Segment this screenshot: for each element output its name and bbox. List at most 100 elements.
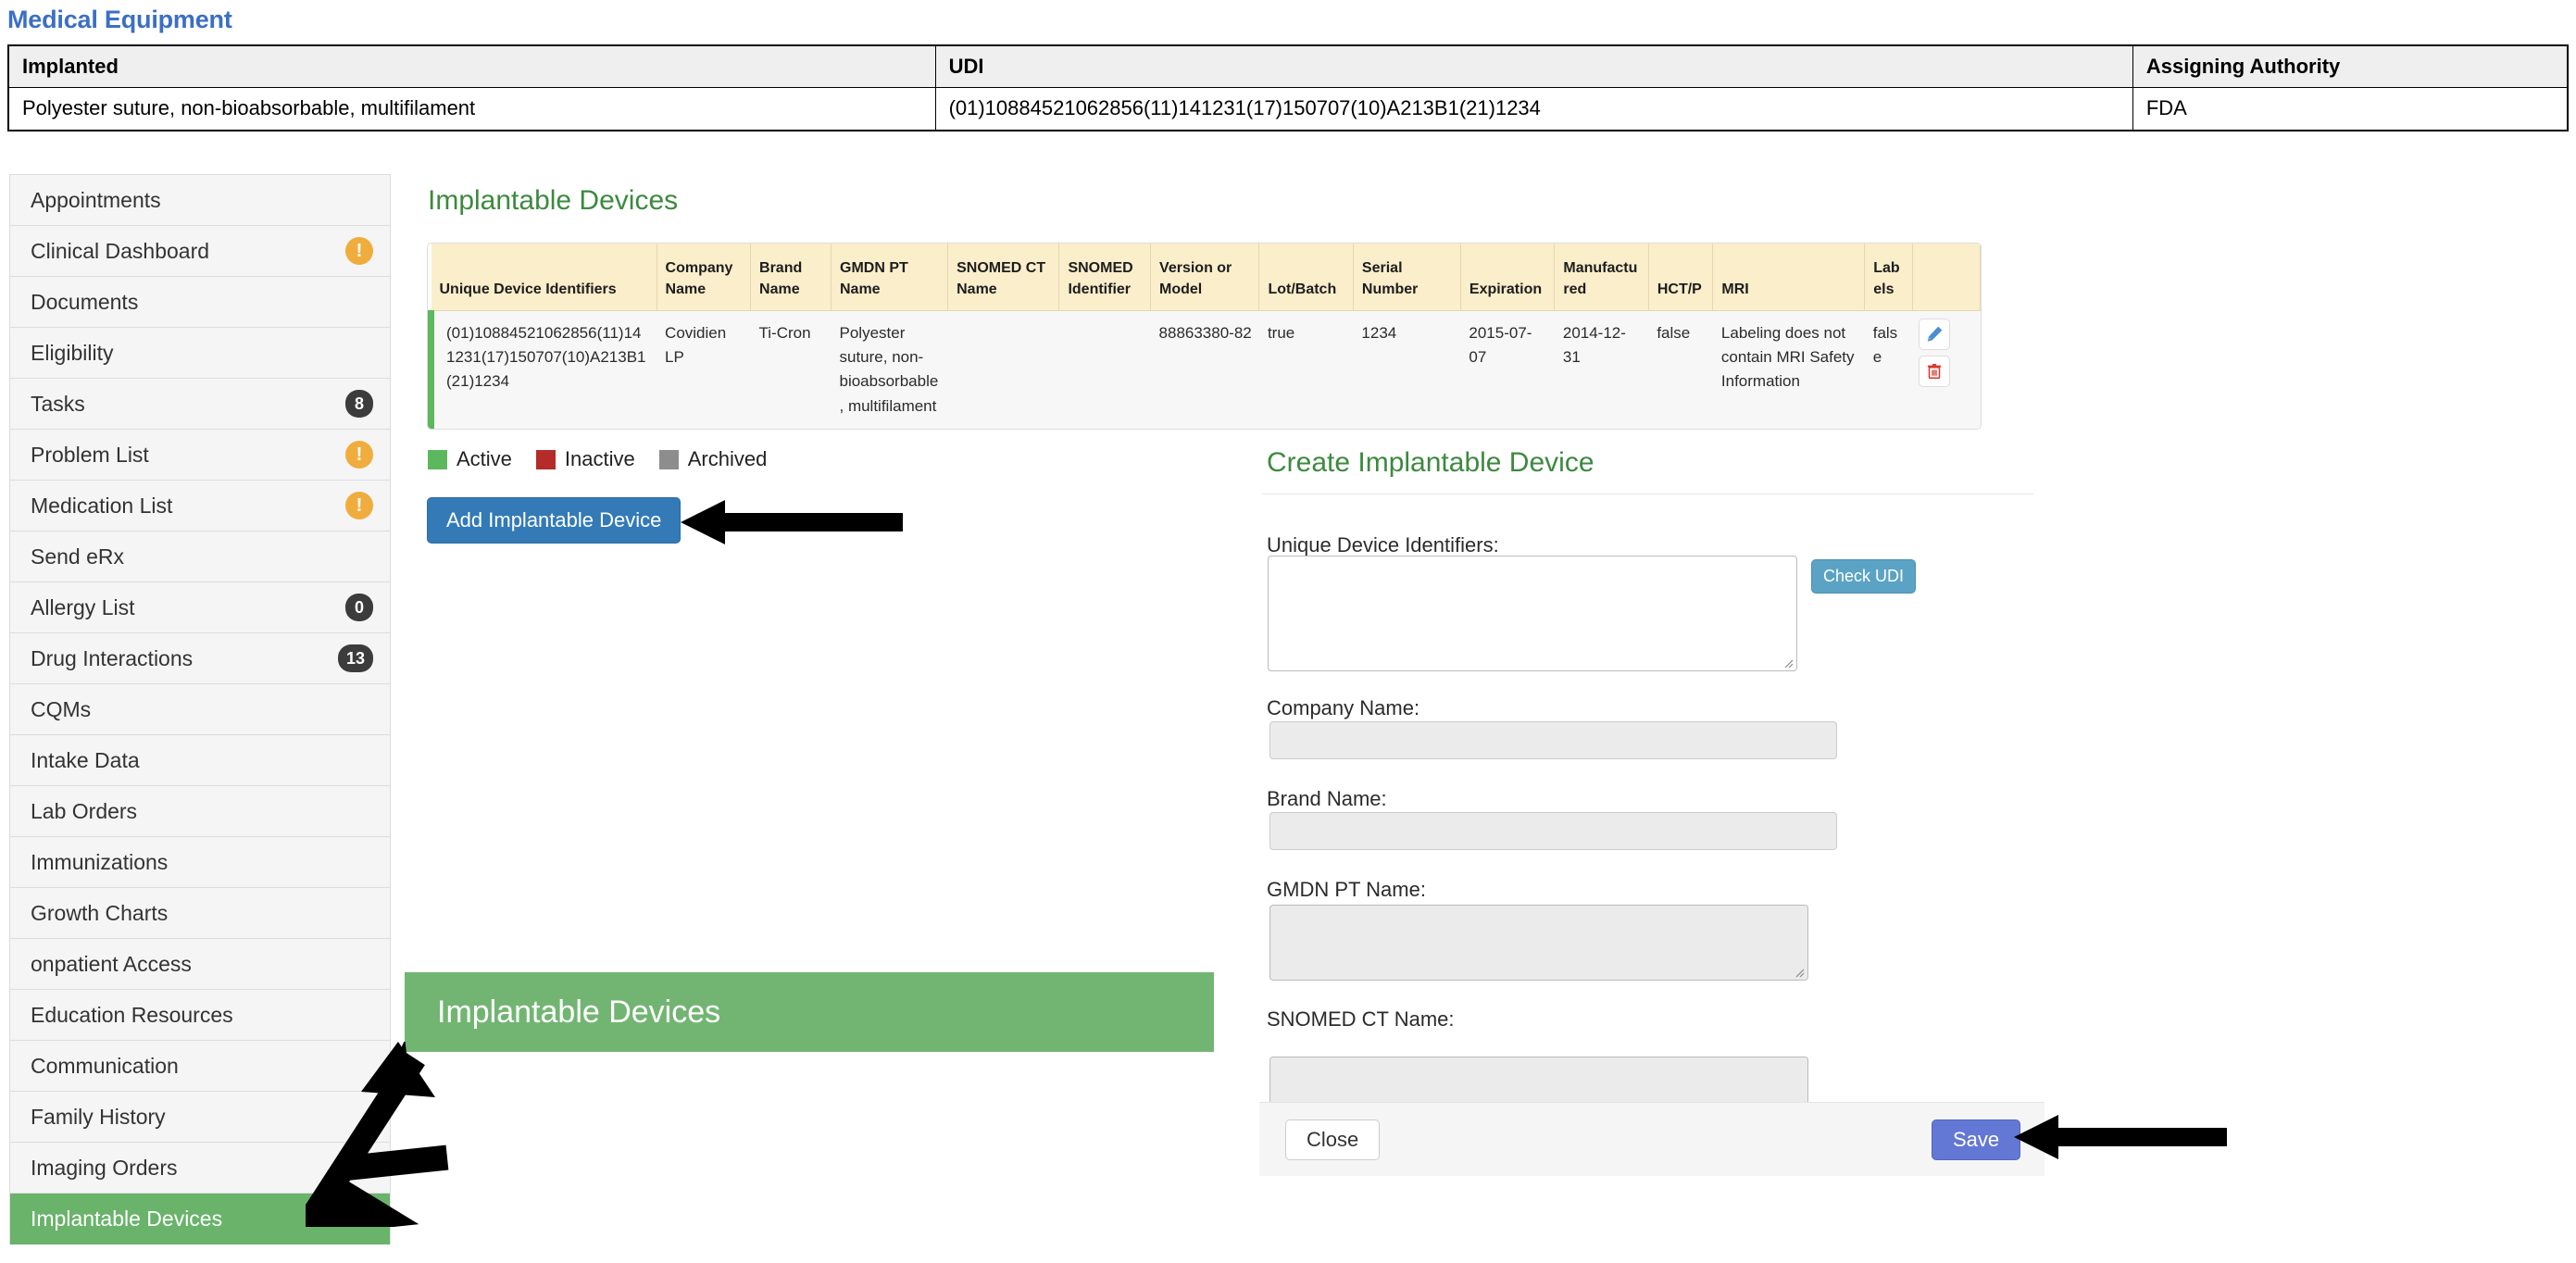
sidebar-item-problem-list[interactable]: Problem List!	[10, 430, 390, 481]
devices-column-header-version-or-model: Version or Model	[1150, 244, 1260, 311]
devices-column-header-manufactured: Manufactured	[1554, 244, 1649, 311]
legend-label-active: Active	[456, 447, 512, 470]
legend-swatch-active	[428, 449, 447, 469]
annotation-arrow-banner	[306, 1042, 449, 1227]
sidebar-item-drug-interactions[interactable]: Drug Interactions 13	[10, 633, 390, 684]
devices-cell-actions	[1912, 310, 1981, 429]
sidebar-item-send-erx[interactable]: Send eRx	[10, 531, 390, 582]
page-title: Medical Equipment	[7, 6, 232, 33]
sidebar-item-label: Eligibility	[31, 340, 114, 365]
count-badge: 0	[345, 594, 373, 621]
devices-cell-manufactured: 2014-12-31	[1554, 310, 1649, 429]
cell-udi: (01)10884521062856(11)141231(17)150707(1…	[934, 87, 2133, 131]
label-snomed-ct-name: SNOMED CT Name:	[1267, 1007, 1455, 1031]
sidebar-item-label: Education Resources	[31, 1002, 233, 1027]
devices-column-header-snomed-identifier: SNOMED Identifier	[1058, 244, 1152, 311]
sidebar-item-education-resources[interactable]: Education Resources	[10, 990, 390, 1041]
label-brand-name: Brand Name:	[1267, 787, 1387, 810]
sidebar-item-label: Growth Charts	[31, 900, 169, 925]
annotation-arrow-add-button	[681, 500, 903, 544]
sidebar-item-onpatient-access[interactable]: onpatient Access	[10, 939, 390, 990]
medical-equipment-table: Implanted UDI Assigning Authority Polyes…	[7, 44, 2569, 131]
input-company-name[interactable]	[1269, 721, 1837, 759]
devices-cell-serial-number: 1234	[1353, 310, 1461, 429]
devices-column-header-snomed-ct-name: SNOMED CT Name	[947, 244, 1060, 311]
add-implantable-device-button[interactable]: Add Implantable Device	[427, 497, 682, 544]
sidebar-item-medication-list[interactable]: Medication List!	[10, 481, 390, 531]
devices-cell-snomed-ct-name	[947, 310, 1059, 429]
devices-column-header-brand-name: Brand Name	[750, 244, 832, 311]
sidebar-item-label: Tasks	[31, 391, 85, 416]
input-gmdn-pt-name[interactable]	[1269, 905, 1808, 981]
sidebar-item-eligibility[interactable]: Eligibility	[10, 328, 390, 379]
sidebar-item-intake-data[interactable]: Intake Data	[10, 735, 390, 786]
status-legend: Active Inactive Archived	[428, 447, 791, 471]
sidebar-item-appointments[interactable]: Appointments	[10, 175, 390, 226]
devices-cell-udi: (01)10884521062856(11)141231(17)150707(1…	[428, 310, 657, 429]
count-badge: 8	[345, 390, 373, 418]
implantable-devices-table-wrapper: Unique Device Identifiers Company Name Bra…	[427, 243, 1982, 430]
devices-cell-lot-batch: true	[1258, 310, 1354, 429]
table-row: Polyester suture, non-bioabsorbable, mul…	[7, 87, 2569, 131]
sidebar-item-label: Problem List	[31, 442, 149, 467]
resize-grip-icon	[1784, 659, 1794, 669]
sidebar-item-label: Documents	[31, 289, 139, 314]
sidebar-item-label: Send eRx	[31, 544, 125, 569]
sidebar-item-label: Allergy List	[31, 594, 135, 619]
devices-cell-expiration: 2015-07-07	[1460, 310, 1555, 429]
legend-label-inactive: Inactive	[564, 447, 635, 470]
legend-label-archived: Archived	[687, 447, 768, 470]
devices-cell-version-or-model: 88863380-82	[1150, 310, 1259, 429]
devices-column-header-gmdn-pt-name: GMDN PT Name	[831, 244, 949, 311]
devices-column-header-actions	[1912, 244, 1981, 311]
sidebar-item-label: Immunizations	[31, 849, 169, 874]
sidebar-item-allergy-list[interactable]: Allergy List 0	[10, 582, 390, 633]
close-button[interactable]: Close	[1285, 1119, 1381, 1160]
devices-cell-hct-p: false	[1648, 310, 1713, 429]
check-udi-button[interactable]: Check UDI	[1811, 559, 1917, 594]
sidebar-item-cqms[interactable]: CQMs	[10, 684, 390, 735]
devices-cell-labels: false	[1864, 310, 1913, 429]
trash-icon	[1927, 363, 1942, 379]
cell-assigning-authority: FDA	[2132, 87, 2569, 131]
sidebar-item-documents[interactable]: Documents	[10, 277, 390, 328]
devices-cell-gmdn-pt-name: Polyester suture, non-bioabsorbable, mul…	[831, 310, 948, 429]
devices-column-header-hct-p: HCT/P	[1648, 244, 1714, 311]
warning-badge-icon: !	[345, 237, 373, 265]
label-gmdn-pt-name: GMDN PT Name:	[1267, 878, 1426, 901]
sidebar-item-growth-charts[interactable]: Growth Charts	[10, 888, 390, 939]
warning-badge-icon: !	[345, 441, 373, 469]
devices-column-header-expiration: Expiration	[1460, 244, 1556, 311]
input-unique-device-identifiers[interactable]	[1268, 556, 1797, 671]
annotation-arrow-save-button	[2014, 1115, 2227, 1159]
column-header-assigning-authority: Assigning Authority	[2132, 44, 2569, 88]
implantable-devices-banner: Implantable Devices	[405, 972, 1214, 1052]
sidebar-item-lab-orders[interactable]: Lab Orders	[10, 786, 390, 837]
input-brand-name[interactable]	[1269, 812, 1837, 850]
devices-column-header-company-name: Company Name	[657, 244, 752, 311]
sidebar-item-label: Intake Data	[31, 747, 140, 772]
save-button[interactable]: Save	[1932, 1119, 2021, 1160]
sidebar-item-label: Drug Interactions	[31, 645, 194, 670]
main-heading: Implantable Devices	[428, 185, 679, 216]
column-header-implanted: Implanted	[7, 44, 936, 88]
devices-column-header-unique-device-identifiers: Unique Device Identifiers	[431, 244, 657, 311]
devices-header-row: Unique Device Identifiers Company Name Bra…	[431, 244, 1981, 311]
warning-badge-icon: !	[345, 492, 373, 519]
sidebar-item-tasks[interactable]: Tasks 8	[10, 379, 390, 430]
label-company-name: Company Name:	[1267, 696, 1420, 719]
implantable-devices-table: Unique Device Identifiers Company Name Bra…	[428, 244, 1981, 429]
column-header-udi: UDI	[934, 44, 2133, 88]
delete-device-button[interactable]	[1918, 355, 1950, 387]
sidebar-item-label: Clinical Dashboard	[31, 238, 210, 263]
devices-column-header-mri: MRI	[1712, 244, 1866, 311]
banner-label: Implantable Devices	[437, 994, 721, 1030]
sidebar-item-label: CQMs	[31, 696, 92, 721]
sidebar-item-label: Appointments	[31, 187, 161, 212]
sidebar-item-immunizations[interactable]: Immunizations	[10, 837, 390, 888]
sidebar-item-clinical-dashboard[interactable]: Clinical Dashboard!	[10, 226, 390, 277]
edit-device-button[interactable]	[1918, 318, 1950, 350]
count-badge: 13	[337, 644, 373, 672]
devices-column-header-labels: Labels	[1864, 244, 1914, 311]
sidebar-item-label: Lab Orders	[31, 798, 138, 823]
